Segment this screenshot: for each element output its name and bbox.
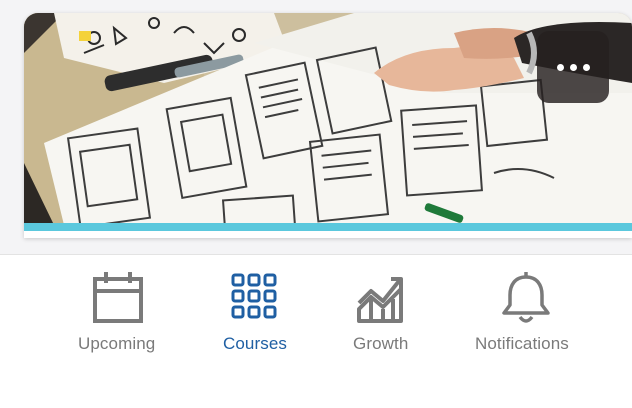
- course-card[interactable]: [24, 13, 632, 238]
- card-footer: [24, 231, 632, 238]
- bell-icon: [502, 272, 550, 323]
- more-options-button[interactable]: [537, 31, 609, 103]
- app-screen: Upcoming Courses Growth Notifications: [0, 0, 632, 408]
- calendar-icon: [93, 272, 143, 323]
- tab-label-upcoming: Upcoming: [78, 334, 156, 353]
- bottom-tab-bar: Upcoming Courses Growth Notifications: [0, 254, 632, 408]
- tab-courses[interactable]: Courses: [223, 255, 289, 365]
- content-area: [0, 0, 632, 254]
- growth-chart-icon: [357, 277, 403, 323]
- tab-label-courses: Courses: [223, 334, 288, 353]
- tab-upcoming[interactable]: Upcoming: [78, 255, 158, 365]
- tab-label-notifications: Notifications: [475, 334, 569, 353]
- tab-label-growth: Growth: [353, 334, 409, 353]
- grid-icon: [231, 273, 277, 319]
- more-horizontal-icon: [556, 63, 590, 71]
- tab-growth[interactable]: Growth: [353, 255, 411, 365]
- tab-notifications[interactable]: Notifications: [475, 255, 577, 365]
- card-accent-bar: [24, 223, 632, 231]
